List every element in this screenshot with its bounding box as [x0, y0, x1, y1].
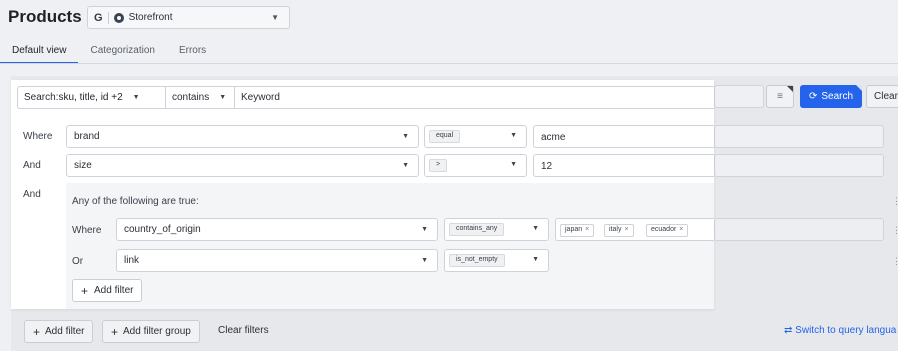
search-button[interactable]: ⟳ Search	[800, 85, 862, 108]
filter-operator-select[interactable]: contains_any ▼	[444, 218, 549, 241]
search-button-label: Search	[821, 91, 854, 102]
group-add-filter-label: Add filter	[94, 285, 134, 296]
chevron-down-icon: ▼	[402, 133, 409, 140]
store-separator	[107, 11, 109, 24]
switch-language-label: Switch to query langua	[795, 325, 897, 336]
filter-field-value: size	[74, 160, 92, 171]
tags-input-extension	[714, 218, 884, 241]
filter-value-input[interactable]: acme	[533, 125, 714, 148]
value-tag[interactable]: ecuador ×	[646, 224, 689, 237]
more-icon[interactable]: ⋮	[892, 256, 898, 267]
tag-label: japan	[565, 226, 583, 233]
value-input-extension	[714, 125, 884, 148]
tab-errors[interactable]: Errors	[167, 42, 218, 64]
search-fields-value: sku, title, id +2	[58, 92, 123, 103]
search-input-extension	[714, 85, 764, 108]
store-icon	[113, 12, 124, 23]
filter-operator-select[interactable]: > ▼	[424, 154, 527, 177]
corner-marker	[787, 86, 793, 92]
group-add-filter-button[interactable]: + Add filter	[72, 279, 143, 302]
filter-connector: Or	[72, 256, 84, 267]
filter-connector: And	[23, 160, 41, 171]
more-icon[interactable]: ⋮	[892, 196, 898, 207]
filter-tags-input[interactable]: japan × italy × ecuador ×	[555, 218, 714, 241]
chevron-down-icon: ▼	[510, 161, 517, 168]
filter-connector: Where	[72, 225, 102, 236]
chevron-down-icon: ▼	[510, 132, 517, 139]
tab-bar: Default view Categorization Errors	[0, 42, 218, 64]
filter-operator-chip: contains_any	[449, 223, 505, 236]
filter-operator-chip: >	[429, 159, 448, 172]
filter-popover: Search: sku, title, id +2 ▼ contains ▼ K…	[11, 80, 714, 309]
filter-field-select[interactable]: brand ▼	[66, 125, 419, 148]
filter-operator-chip: equal	[429, 130, 461, 143]
tag-label: ecuador	[651, 226, 677, 233]
value-tag[interactable]: italy ×	[604, 224, 634, 237]
chevron-down-icon: ▼	[402, 162, 409, 169]
chevron-down-icon: ▼	[421, 257, 428, 264]
store-name: Storefront	[128, 12, 173, 23]
filter-settings-button[interactable]: ≡	[766, 85, 794, 108]
filter-icon: ≡	[777, 91, 783, 102]
close-icon[interactable]: ×	[585, 226, 589, 233]
add-filter-group-label: Add filter group	[123, 326, 191, 337]
search-operator-value: contains	[172, 92, 210, 103]
footer-bar: + Add filter + Add filter group	[11, 309, 898, 351]
search-fields-select[interactable]: Search: sku, title, id +2 ▼	[18, 87, 166, 108]
switch-query-language-link[interactable]: ⇄ Switch to query langua	[784, 325, 896, 336]
filter-field-select[interactable]: country_of_origin ▼	[116, 218, 438, 241]
filter-field-value: link	[124, 255, 140, 266]
filter-field-select[interactable]: link ▼	[116, 249, 438, 272]
plus-icon: +	[111, 324, 119, 339]
more-icon[interactable]: ⋮	[892, 225, 898, 236]
add-filter-label: Add filter	[45, 326, 85, 337]
store-selector[interactable]: G Storefront ▼	[87, 6, 290, 29]
corner-marker	[856, 85, 862, 91]
filter-operator-chip: is_not_empty	[449, 254, 505, 267]
filter-operator-select[interactable]: equal ▼	[424, 125, 527, 148]
add-filter-group-button[interactable]: + Add filter group	[102, 320, 200, 343]
filter-operator-select[interactable]: is_not_empty ▼	[444, 249, 549, 272]
plus-icon: +	[33, 324, 41, 339]
chevron-down-icon: ▼	[532, 225, 539, 232]
filter-field-value: brand	[74, 131, 100, 142]
clear-filters-link[interactable]: Clear filters	[218, 325, 269, 336]
search-bar: Search: sku, title, id +2 ▼ contains ▼ K…	[17, 86, 714, 109]
filter-group: Any of the following are true: Where cou…	[66, 183, 714, 309]
clear-button[interactable]: Clear	[866, 85, 898, 108]
page-header: Products G Storefront ▼ Default view Cat…	[0, 0, 898, 66]
chevron-down-icon: ▼	[421, 226, 428, 233]
tab-default-view[interactable]: Default view	[0, 42, 79, 64]
filter-field-select[interactable]: size ▼	[66, 154, 419, 177]
plus-icon: +	[81, 283, 89, 298]
filter-field-value: country_of_origin	[124, 224, 201, 235]
chevron-down-icon: ▼	[219, 94, 227, 101]
value-tag[interactable]: japan ×	[560, 224, 595, 237]
chevron-down-icon: ▼	[532, 256, 539, 263]
close-icon[interactable]: ×	[679, 226, 683, 233]
filter-value-input[interactable]: 12	[533, 154, 714, 177]
store-initial: G	[94, 11, 103, 24]
filter-connector: Where	[23, 131, 53, 142]
tab-categorization[interactable]: Categorization	[78, 42, 166, 64]
group-connector: And	[23, 189, 41, 200]
value-input-extension	[714, 154, 884, 177]
swap-icon: ⇄	[784, 325, 796, 336]
add-filter-button[interactable]: + Add filter	[24, 320, 94, 343]
search-fields-prefix: Search:	[24, 92, 59, 103]
page-title: Products	[8, 7, 82, 26]
chevron-down-icon: ▼	[271, 13, 279, 22]
search-input[interactable]: Keyword	[235, 92, 280, 103]
tag-label: italy	[609, 226, 622, 233]
group-title: Any of the following are true:	[72, 196, 199, 207]
close-icon[interactable]: ×	[624, 226, 628, 233]
chevron-down-icon: ▼	[132, 94, 140, 101]
tab-divider	[0, 63, 898, 64]
search-operator-select[interactable]: contains ▼	[166, 87, 235, 108]
refresh-icon: ⟳	[808, 91, 818, 102]
